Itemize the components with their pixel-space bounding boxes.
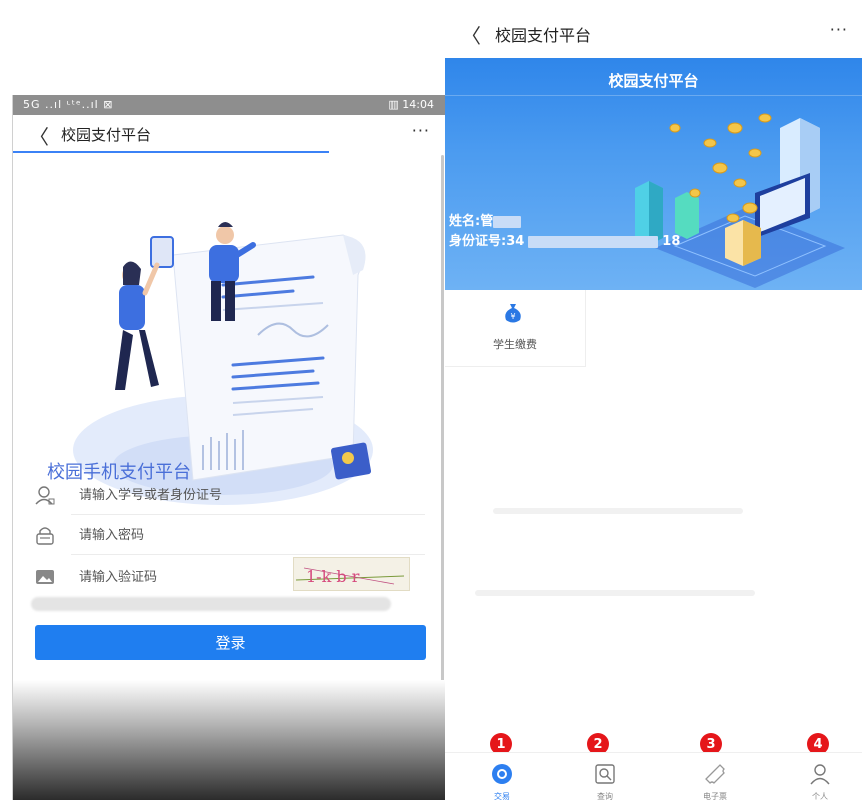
user-icon <box>810 764 830 785</box>
captcha-placeholder: 请输入验证码 <box>79 570 158 585</box>
home-icon <box>492 764 512 784</box>
faint-placeholder <box>493 508 743 514</box>
id-label: 身份证号:34 <box>449 234 525 249</box>
tab-trade[interactable]: 交易 <box>472 753 532 800</box>
login-screen: 5G ..ıl ᶫᵗᵉ..ıl ⊠ ▥ 14:04 〈 校园支付平台 ··· 校… <box>12 95 446 800</box>
password-placeholder: 请输入密码 <box>79 528 145 543</box>
svg-text:¥: ¥ <box>510 312 515 321</box>
username-field[interactable]: 请输入学号或者身份证号 <box>35 475 425 515</box>
captcha-text: 1-k b r <box>306 567 360 586</box>
isometric-city-illustration <box>635 113 845 288</box>
id-redaction <box>528 235 659 248</box>
back-icon[interactable]: 〈 <box>461 20 481 49</box>
id-suffix: 18 <box>662 234 681 249</box>
lock-icon <box>36 527 54 545</box>
tab-personal[interactable]: 个人 <box>790 753 850 800</box>
more-menu-icon[interactable]: ··· <box>830 20 848 39</box>
bottom-shadow <box>13 680 446 800</box>
tab-label: 电子票 <box>703 792 727 800</box>
banner: 校园支付平台 姓名:管 身份证号:34 18 <box>445 58 862 290</box>
signal-indicator: 5G ..ıl ᶫᵗᵉ..ıl ⊠ <box>23 98 114 111</box>
password-field[interactable]: 请输入密码 <box>35 515 425 555</box>
student-name: 姓名:管 <box>449 210 522 229</box>
page-title: 校园支付平台 <box>61 126 152 144</box>
tab-query[interactable]: 查询 <box>575 753 635 800</box>
student-id: 身份证号:34 18 <box>449 230 680 249</box>
back-icon[interactable]: 〈 <box>29 121 49 150</box>
banner-title: 校园支付平台 <box>608 72 699 90</box>
banner-divider <box>445 95 862 96</box>
ticket-icon <box>705 764 725 784</box>
clock-text: 14:04 <box>402 98 434 111</box>
titlebar: 〈 校园支付平台 ··· <box>13 115 446 151</box>
field-divider <box>71 554 425 555</box>
tab-label: 个人 <box>812 792 828 800</box>
home-screen: 〈 校园支付平台 ··· 校园支付平台 姓名:管 身份证号:34 18 ¥ 学生… <box>445 0 862 800</box>
username-placeholder: 请输入学号或者身份证号 <box>79 488 223 503</box>
status-time: ▥ 14:04 <box>388 98 434 111</box>
more-menu-icon[interactable]: ··· <box>412 121 430 140</box>
page-load-progress <box>13 151 329 153</box>
money-bag-icon: ¥ <box>505 304 521 323</box>
tab-label: 查询 <box>597 792 613 800</box>
captcha-drawing: 1-k b r <box>295 567 405 586</box>
status-bar: 5G ..ıl ᶫᵗᵉ..ıl ⊠ ▥ 14:04 <box>13 95 446 115</box>
search-icon <box>595 764 615 784</box>
image-icon <box>36 570 54 584</box>
page-title: 校园支付平台 <box>495 26 592 45</box>
user-icon <box>35 486 55 505</box>
student-fee-label: 学生缴费 <box>493 338 537 351</box>
student-fee-tile[interactable]: ¥ 学生缴费 <box>445 290 586 367</box>
login-button[interactable]: 登录 <box>35 625 426 660</box>
tab-e-ticket[interactable]: 电子票 <box>685 753 745 800</box>
name-label: 姓名:管 <box>449 214 494 229</box>
faint-placeholder <box>475 590 755 596</box>
blurred-notice <box>31 597 391 611</box>
battery-icon: ▥ <box>388 98 399 111</box>
tab-label: 交易 <box>494 792 510 800</box>
name-redaction <box>493 215 522 228</box>
titlebar: 〈 校园支付平台 ··· <box>445 0 862 58</box>
bottom-tab-bar: 交易 查询 电子票 个人 <box>445 752 862 800</box>
captcha-image[interactable]: 1-k b r <box>293 557 410 591</box>
